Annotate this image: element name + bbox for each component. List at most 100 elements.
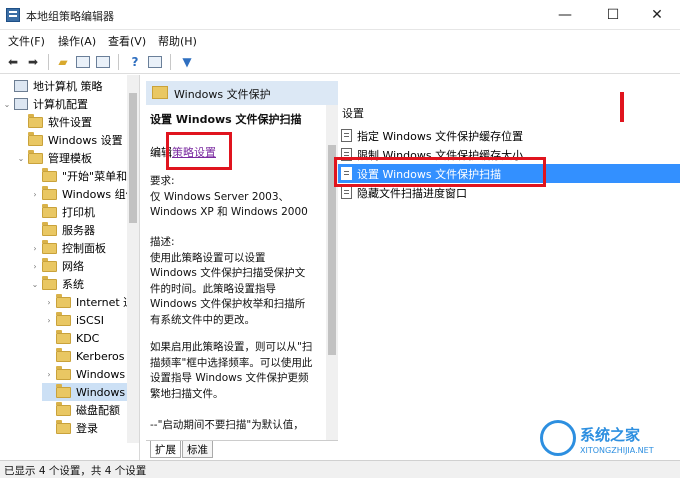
tab-standard[interactable]: 标准 — [182, 441, 213, 458]
expand-down-icon[interactable]: ⌄ — [2, 100, 12, 109]
tree-item[interactable]: › Windows 时 — [42, 365, 139, 383]
tree-item[interactable]: 软件设置 — [14, 113, 96, 131]
settings-pane: 设置 指定 Windows 文件保护缓存位置 限制 Windows 文件保护缓存… — [338, 75, 680, 460]
tree-item[interactable]: "开始"菜单和任务 — [28, 167, 139, 185]
tree-item[interactable]: › 网络 — [28, 257, 88, 275]
export-list-icon — [96, 56, 110, 68]
expand-right-icon[interactable]: › — [44, 370, 54, 379]
setting-title: 设置 Windows 文件保护扫描 — [150, 113, 302, 126]
folder-icon — [56, 311, 71, 326]
policy-setting-icon — [341, 129, 352, 142]
tab-extended[interactable]: 扩展 — [150, 441, 181, 458]
description-line: 使用此策略设置可以设置 — [150, 251, 266, 264]
tree-item-label: Windows 设置 — [48, 134, 123, 147]
menu-bar: 文件(F) 操作(A) 查看(V) 帮助(H) — [0, 30, 680, 50]
tree-item[interactable]: Kerberos — [42, 347, 128, 365]
close-button[interactable]: ✕ — [634, 0, 680, 30]
tree-item-label: 磁盘配额 — [76, 404, 120, 417]
tree-item[interactable]: Windows 设置 — [14, 131, 127, 149]
help-button[interactable]: ? — [126, 53, 144, 71]
folder-icon — [28, 131, 43, 146]
folder-icon — [56, 347, 71, 362]
description-line: 描频率"框中选择频率。可以使用此 — [150, 356, 313, 369]
folder-icon — [28, 113, 43, 128]
help-icon: ? — [131, 55, 139, 69]
expand-right-icon[interactable]: › — [30, 244, 40, 253]
description-line: 有系统文件中的更改。 — [150, 313, 255, 326]
description-header: Windows 文件保护 — [146, 81, 338, 105]
filter-icon: ▼ — [182, 55, 192, 69]
tree-item-label: iSCSI — [76, 313, 104, 327]
window-title: 本地组策略编辑器 — [26, 10, 114, 23]
minimize-button[interactable]: — — [542, 0, 588, 30]
folder-icon — [56, 419, 71, 434]
menu-action[interactable]: 操作(A) — [58, 33, 96, 49]
tree-item[interactable]: › iSCSI — [42, 311, 108, 329]
tree-item[interactable]: ⌄ 计算机配置 — [0, 95, 92, 113]
folder-icon — [42, 167, 57, 182]
maximize-button[interactable]: ☐ — [590, 0, 636, 30]
requirements-text: 要求: 仅 Windows Server 2003、 Windows XP 和 … — [150, 174, 330, 221]
folder-up-icon: ▰ — [58, 55, 68, 69]
tree-item-label: 系统 — [62, 278, 84, 291]
menu-help[interactable]: 帮助(H) — [158, 33, 197, 49]
tree-item[interactable]: ⌄ 管理模板 — [14, 149, 96, 167]
folder-icon — [42, 275, 57, 290]
watermark-circle-icon — [540, 420, 576, 456]
filter-button[interactable]: ▼ — [178, 53, 196, 71]
watermark-logo: 系统之家 XITONGZHIJIA.NET — [540, 420, 680, 472]
title-bar: 本地组策略编辑器 — ☐ ✕ — [0, 0, 680, 30]
show-hide-tree-button[interactable] — [74, 53, 92, 71]
forward-button[interactable]: ➡ — [24, 53, 42, 71]
settings-column-header[interactable]: 设置 — [342, 105, 364, 121]
policy-setting-icon — [341, 186, 352, 199]
properties-button[interactable] — [146, 53, 164, 71]
description-line: 繁地扫描文件。 — [150, 387, 224, 400]
description-line: 描述: — [150, 236, 175, 248]
folder-icon — [42, 185, 57, 200]
tree-item[interactable]: › Internet 通信 — [42, 293, 139, 311]
policy-item-label: 指定 Windows 文件保护缓存位置 — [357, 129, 524, 143]
policy-item[interactable]: 指定 Windows 文件保护缓存位置 — [338, 126, 680, 145]
tree-item[interactable]: 服务器 — [28, 221, 99, 239]
requirements-line: Windows XP 和 Windows 2000 — [150, 206, 308, 218]
folder-icon — [152, 86, 168, 99]
menu-view[interactable]: 查看(V) — [108, 33, 146, 49]
tree-item-label: 计算机配置 — [33, 98, 88, 111]
tree-item-label: 控制面板 — [62, 242, 106, 255]
expand-down-icon[interactable]: ⌄ — [16, 154, 26, 163]
description-line: Windows 文件保护枚举和扫描所 — [150, 298, 306, 310]
tree-item[interactable]: 登录 — [42, 419, 102, 437]
folder-icon — [56, 365, 71, 380]
tree-vertical-scrollbar[interactable] — [127, 75, 139, 443]
tree-item-label: 打印机 — [62, 206, 95, 219]
tree-item-label: 软件设置 — [48, 116, 92, 129]
status-text: 已显示 4 个设置，共 4 个设置 — [4, 465, 147, 477]
tree-item[interactable]: KDC — [42, 329, 103, 347]
tree-item[interactable]: 磁盘配额 — [42, 401, 124, 419]
tree-item[interactable]: ⌄ 系统 — [28, 275, 88, 293]
export-list-button[interactable] — [94, 53, 112, 71]
tree-item-selected[interactable]: Windows 文 — [42, 383, 139, 401]
tree-item[interactable]: 打印机 — [28, 203, 99, 221]
up-level-button[interactable]: ▰ — [54, 53, 72, 71]
tree-item[interactable]: › Windows 组件 — [28, 185, 139, 203]
description-line: 设置指导 Windows 文件保护更频 — [150, 372, 309, 384]
folder-icon — [28, 149, 43, 164]
tree-scroll-thumb[interactable] — [129, 93, 137, 223]
expand-down-icon[interactable]: ⌄ — [30, 280, 40, 289]
expand-right-icon[interactable]: › — [30, 262, 40, 271]
description-vertical-scrollbar[interactable] — [326, 105, 338, 440]
back-button[interactable]: ⬅ — [4, 53, 22, 71]
folder-icon — [42, 239, 57, 254]
tree-item-label: 地计算机 策略 — [33, 80, 103, 93]
description-text: 描述: 使用此策略设置可以设置 Windows 文件保护扫描受保护文 件的时间。… — [150, 235, 330, 328]
menu-file[interactable]: 文件(F) — [8, 33, 45, 49]
folder-icon — [42, 203, 57, 218]
tree-item[interactable]: 地计算机 策略 — [0, 77, 107, 95]
back-arrow-icon: ⬅ — [7, 55, 19, 69]
expand-right-icon[interactable]: › — [44, 298, 54, 307]
expand-right-icon[interactable]: › — [30, 190, 40, 199]
expand-right-icon[interactable]: › — [44, 316, 54, 325]
tree-item[interactable]: › 控制面板 — [28, 239, 110, 257]
